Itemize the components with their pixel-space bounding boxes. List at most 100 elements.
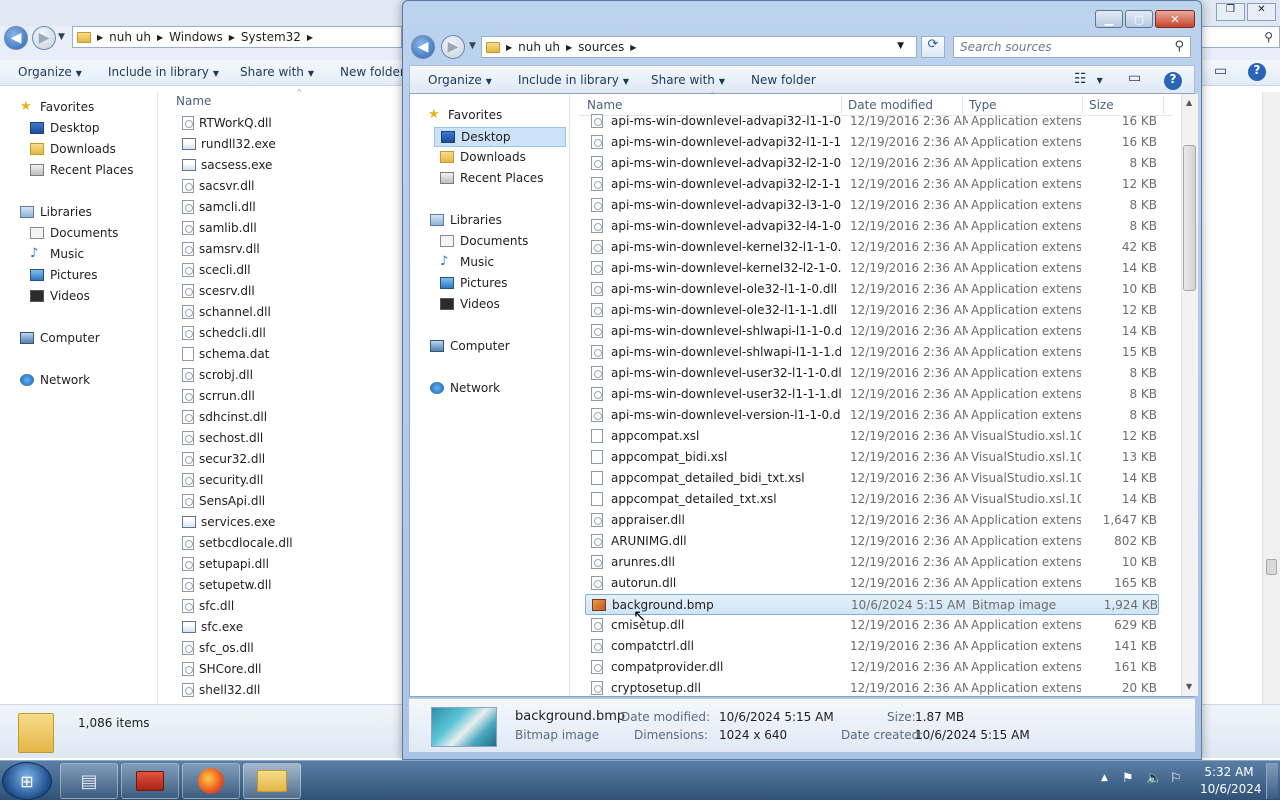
breadcrumb-nuh-uh[interactable]: nuh uh	[518, 40, 560, 54]
bg-file-item[interactable]: secur32.dll	[182, 452, 265, 466]
bg-file-item[interactable]: scesrv.dll	[182, 284, 255, 298]
bg-file-item[interactable]: samsrv.dll	[182, 242, 260, 256]
file-row[interactable]: api-ms-win-downlevel-advapi32-l1-1-1.dll…	[585, 132, 1159, 153]
bg-file-item[interactable]: samlib.dll	[182, 221, 257, 235]
bg-file-item[interactable]: schedcli.dll	[182, 326, 266, 340]
bg-share-with-button[interactable]: Share with ▼	[240, 65, 314, 79]
clock-time[interactable]: 5:32 AM	[1200, 765, 1258, 779]
nav-downloads[interactable]: Downloads	[440, 150, 526, 164]
show-desktop-button[interactable]	[1266, 763, 1278, 799]
bg-file-item[interactable]: shell32.dll	[182, 683, 260, 697]
scroll-up-arrow-icon[interactable]: ▲	[1186, 98, 1192, 107]
bg-file-item[interactable]: rundll32.exe	[182, 137, 276, 151]
include-in-library-button[interactable]: Include in library ▼	[518, 73, 629, 87]
file-row[interactable]: ARUNIMG.dll 12/19/2016 2:36 AM Application…	[585, 531, 1159, 552]
column-separator[interactable]	[962, 96, 963, 114]
bg-nav-recent-places[interactable]: Recent Places	[30, 163, 133, 177]
bg-breadcrumb-3[interactable]: System32	[241, 30, 301, 44]
file-row[interactable]: appraiser.dll 12/19/2016 2:36 AM Applicati…	[585, 510, 1159, 531]
bg-recent-dropdown-icon[interactable]: ▼	[58, 32, 65, 42]
address-bar[interactable]: ▶ nuh uh ▶ sources ▶ ▼	[481, 36, 917, 58]
bg-file-item[interactable]: sfc.exe	[182, 620, 243, 634]
organize-button[interactable]: Organize ▼	[428, 73, 492, 87]
bg-nav-videos[interactable]: Videos	[30, 289, 90, 303]
network-tray-icon[interactable]: ⚐	[1170, 771, 1182, 786]
bg-nav-downloads[interactable]: Downloads	[30, 142, 116, 156]
start-button[interactable]: ⊞	[2, 762, 52, 800]
bg-file-item[interactable]: security.dll	[182, 473, 263, 487]
bg-nav-documents[interactable]: Documents	[30, 226, 118, 240]
file-row[interactable]: api-ms-win-downlevel-version-l1-1-0.dll 1…	[585, 405, 1159, 426]
taskbar-toolbox[interactable]	[121, 763, 179, 799]
bg-file-item[interactable]: SHCore.dll	[182, 662, 262, 676]
address-dropdown-icon[interactable]: ▼	[897, 41, 904, 51]
bg-close-button[interactable]: ✕	[1247, 3, 1276, 21]
bg-vertical-scrollbar[interactable]	[1262, 92, 1280, 704]
action-center-icon[interactable]: ⚑	[1122, 771, 1134, 786]
file-row[interactable]: appcompat_bidi.xsl 12/19/2016 2:36 AM Visu…	[585, 447, 1159, 468]
search-input[interactable]: Search sources ⚲	[953, 36, 1191, 58]
file-row[interactable]: api-ms-win-downlevel-advapi32-l4-1-0.dll…	[585, 216, 1159, 237]
column-size[interactable]: Size	[1089, 98, 1114, 112]
file-row[interactable]: api-ms-win-downlevel-user32-l1-1-1.dll 12…	[585, 384, 1159, 405]
bg-nav-music[interactable]: ♪ Music	[30, 247, 84, 261]
bg-file-item[interactable]: sechost.dll	[182, 431, 263, 445]
bg-nav-pictures[interactable]: Pictures	[30, 268, 98, 282]
column-type[interactable]: Type	[969, 98, 997, 112]
file-row[interactable]: background.bmp 10/6/2024 5:15 AM Bitmap im…	[585, 594, 1159, 615]
bg-file-item[interactable]: RTWorkQ.dll	[182, 116, 272, 130]
nav-favorites[interactable]: ★ Favorites	[428, 108, 502, 123]
file-row[interactable]: compatprovider.dll 12/19/2016 2:36 AM Appl…	[585, 657, 1159, 678]
bg-nav-computer[interactable]: Computer	[20, 331, 100, 345]
nav-music[interactable]: ♪ Music	[440, 255, 494, 269]
nav-computer[interactable]: Computer	[430, 339, 510, 353]
bg-forward-button[interactable]: ▶	[32, 26, 56, 50]
taskbar-explorer[interactable]	[243, 763, 301, 799]
file-row[interactable]: api-ms-win-downlevel-advapi32-l2-1-0.dll…	[585, 153, 1159, 174]
file-row[interactable]: cryptosetup.dll 12/19/2016 2:36 AM Applica…	[585, 678, 1159, 698]
file-row[interactable]: api-ms-win-downlevel-advapi32-l3-1-0.dll…	[585, 195, 1159, 216]
column-date-modified[interactable]: Date modified	[848, 98, 933, 112]
bg-file-item[interactable]: scecli.dll	[182, 263, 251, 277]
bg-nav-favorites[interactable]: ★ Favorites	[20, 100, 94, 115]
bg-organize-button[interactable]: Organize ▼	[18, 65, 82, 79]
show-hidden-icons-icon[interactable]: ▲	[1101, 773, 1108, 783]
bg-file-item[interactable]: sacsess.exe	[182, 158, 272, 172]
view-options-icon[interactable]: ☷ ▼	[1074, 71, 1103, 87]
nav-pictures[interactable]: Pictures	[440, 276, 508, 290]
bg-file-item[interactable]: sdhcinst.dll	[182, 410, 267, 424]
bg-breadcrumb-1[interactable]: nuh uh	[109, 30, 151, 44]
forward-button[interactable]: ▶	[441, 35, 465, 59]
bg-file-item[interactable]: setupetw.dll	[182, 578, 271, 592]
bg-search-input[interactable]: ⚲	[1200, 26, 1280, 48]
file-row[interactable]: arunres.dll 12/19/2016 2:36 AM Application…	[585, 552, 1159, 573]
maximize-button[interactable]: ▢	[1125, 10, 1153, 28]
bg-nav-network[interactable]: Network	[20, 373, 90, 387]
clock-date[interactable]: 10/6/2024	[1200, 782, 1262, 796]
bg-column-name[interactable]: Name	[176, 94, 211, 108]
bg-file-item[interactable]: setupapi.dll	[182, 557, 269, 571]
nav-desktop[interactable]: Desktop	[434, 127, 566, 147]
column-name[interactable]: Name	[587, 98, 622, 112]
help-icon[interactable]: ?	[1248, 63, 1266, 81]
bg-file-item[interactable]: services.exe	[182, 515, 275, 529]
help-icon[interactable]: ?	[1164, 72, 1182, 90]
nav-network[interactable]: Network	[430, 381, 500, 395]
file-row[interactable]: compatctrl.dll 12/19/2016 2:36 AM Applicat…	[585, 636, 1159, 657]
bg-file-item[interactable]: schannel.dll	[182, 305, 271, 319]
nav-libraries[interactable]: Libraries	[430, 213, 502, 227]
taskbar-server-manager[interactable]: ▤	[60, 763, 118, 799]
bg-file-item[interactable]: sfc_os.dll	[182, 641, 254, 655]
file-row[interactable]: autorun.dll 12/19/2016 2:36 AM Application…	[585, 573, 1159, 594]
refresh-icon[interactable]: ⟳	[921, 36, 945, 58]
bg-file-item[interactable]: scrrun.dll	[182, 389, 255, 403]
bg-file-item[interactable]: scrobj.dll	[182, 368, 253, 382]
bg-file-item[interactable]: SensApi.dll	[182, 494, 265, 508]
file-row[interactable]: appcompat_detailed_bidi_txt.xsl 12/19/201…	[585, 468, 1159, 489]
nav-documents[interactable]: Documents	[440, 234, 528, 248]
file-row[interactable]: api-ms-win-downlevel-advapi32-l1-1-0.dll…	[585, 114, 1159, 132]
close-button[interactable]: ✕	[1155, 10, 1195, 28]
bg-breadcrumb-2[interactable]: Windows	[169, 30, 223, 44]
new-folder-button[interactable]: New folder	[751, 73, 816, 87]
file-row[interactable]: api-ms-win-downlevel-ole32-l1-1-1.dll 12/…	[585, 300, 1159, 321]
